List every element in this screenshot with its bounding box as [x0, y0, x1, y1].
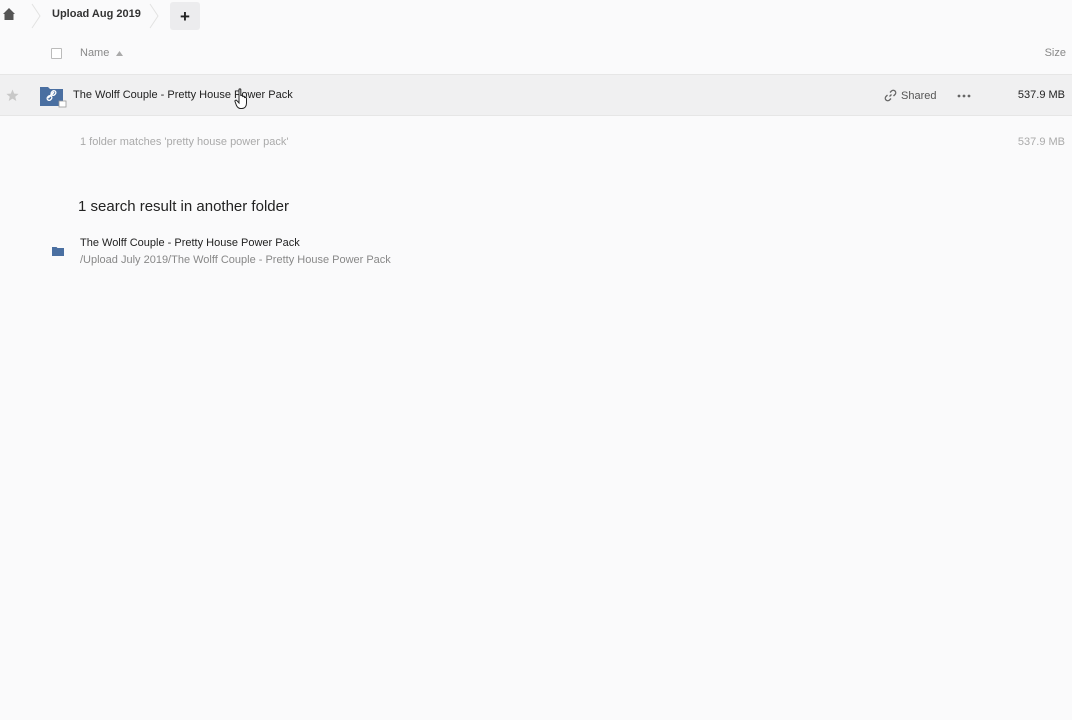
search-summary: 1 folder matches 'pretty house power pac… [80, 136, 289, 148]
select-all-checkbox[interactable] [51, 48, 62, 59]
new-button[interactable]: + [170, 2, 200, 30]
column-header-name[interactable]: Name [80, 47, 109, 59]
files-app: Upload Aug 2019 + Name Size The Wolff Co… [0, 0, 1072, 720]
column-header-size[interactable]: Size [1045, 47, 1066, 59]
file-row[interactable]: The Wolff Couple - Pretty House Power Pa… [0, 74, 1072, 116]
shared-folder-icon[interactable] [39, 84, 67, 108]
home-icon[interactable] [2, 7, 16, 21]
link-icon [884, 89, 897, 102]
file-list-header: Name Size [0, 40, 1072, 68]
breadcrumb: Upload Aug 2019 + [0, 0, 1072, 32]
summary-size: 537.9 MB [1017, 136, 1065, 148]
share-button[interactable]: Shared [884, 89, 936, 102]
other-results-heading: 1 search result in another folder [78, 198, 289, 215]
breadcrumb-current-folder[interactable]: Upload Aug 2019 [52, 8, 141, 20]
star-icon[interactable] [6, 89, 19, 102]
hand-cursor-icon [234, 88, 247, 109]
share-label: Shared [901, 89, 937, 102]
folder-icon[interactable] [52, 246, 64, 256]
file-size: 537.9 MB [1017, 89, 1065, 101]
breadcrumb-separator-icon [31, 3, 41, 29]
more-options-icon[interactable] [956, 88, 972, 104]
plus-icon: + [180, 6, 190, 26]
sort-ascending-icon [116, 51, 123, 56]
file-name-link[interactable]: The Wolff Couple - Pretty House Power Pa… [73, 89, 293, 101]
search-result-path: /Upload July 2019/The Wolff Couple - Pre… [80, 254, 391, 266]
breadcrumb-separator-icon [149, 3, 159, 29]
search-result-name[interactable]: The Wolff Couple - Pretty House Power Pa… [80, 237, 300, 249]
